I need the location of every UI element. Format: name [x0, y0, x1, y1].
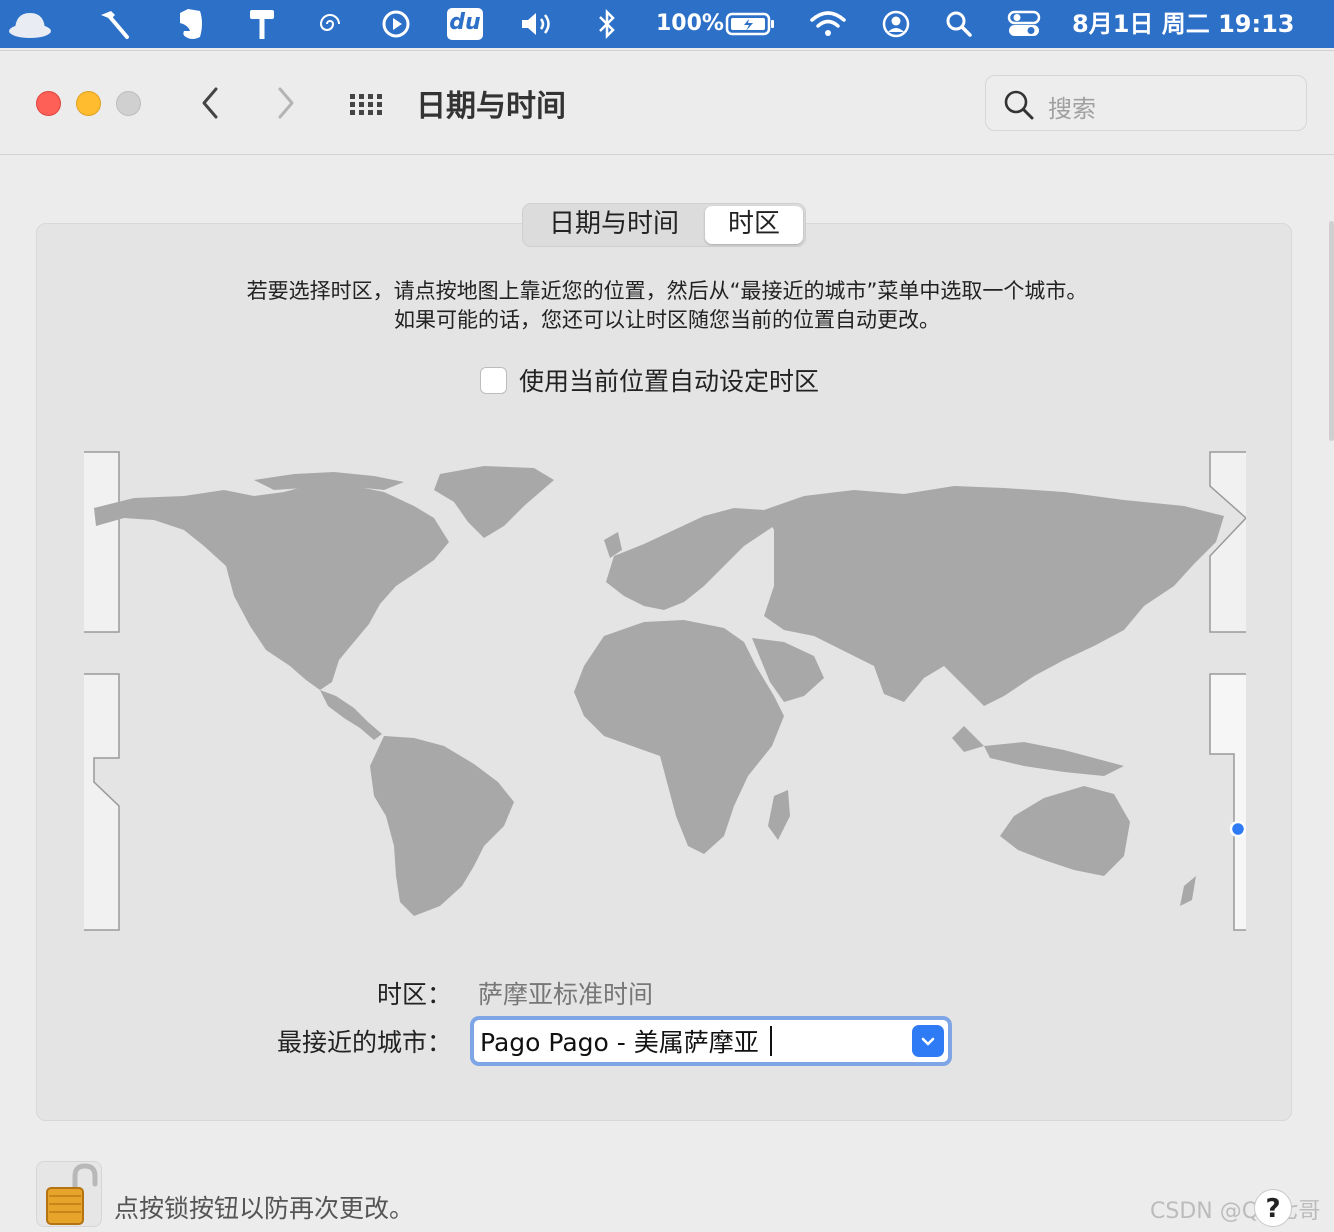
- wifi-icon[interactable]: [808, 6, 848, 42]
- window-title: 日期与时间: [416, 89, 566, 124]
- help-button[interactable]: ?: [1254, 1189, 1292, 1227]
- forward-button[interactable]: [264, 81, 304, 125]
- selected-city-marker: [1229, 820, 1246, 838]
- landmass-south-america: [370, 736, 514, 916]
- auto-timezone-row[interactable]: 使用当前位置自动设定时区: [480, 363, 819, 397]
- show-all-grid-icon[interactable]: [346, 81, 390, 125]
- instruction-line-2: 如果可能的话，您还可以让时区随您当前的位置自动更改。: [394, 308, 940, 332]
- lock-button[interactable]: [36, 1161, 102, 1227]
- timezone-label: 时区：: [376, 980, 452, 1009]
- auto-timezone-label[interactable]: 使用当前位置自动设定时区: [519, 362, 819, 398]
- instructions-text: 若要选择时区，请点按地图上靠近您的位置，然后从“最接近的城市”菜单中选取一个城市…: [0, 277, 1334, 335]
- landmass-madagascar: [768, 790, 790, 840]
- tab-date-time[interactable]: 日期与时间: [523, 204, 705, 246]
- window-minimize-button[interactable]: [76, 91, 101, 116]
- text-caret: [770, 1026, 772, 1056]
- search-icon: [1004, 90, 1034, 120]
- lock-hint-text: 点按锁按钮以防再次更改。: [114, 1194, 415, 1223]
- city-dropdown-button[interactable]: [912, 1025, 944, 1057]
- menubar-clock[interactable]: 8月1日 周二 19:13: [1072, 0, 1295, 48]
- du-app-icon[interactable]: du: [446, 6, 484, 42]
- unlocked-padlock-icon: [46, 1163, 98, 1225]
- menu-bar: du 100% 8月1日 周二 19:13: [0, 0, 1334, 48]
- instruction-line-1: 若要选择时区，请点按地图上靠近您的位置，然后从“最接近的城市”菜单中选取一个城市…: [246, 279, 1088, 303]
- landmass-greenland: [434, 466, 554, 538]
- landmass-asia: [764, 486, 1224, 706]
- world-map[interactable]: [84, 446, 1246, 934]
- user-account-icon[interactable]: [878, 6, 914, 42]
- landmass-sumatra: [952, 726, 984, 752]
- control-center-icon[interactable]: [1004, 6, 1044, 42]
- closest-city-combobox[interactable]: [470, 1016, 952, 1066]
- landmass-new-zealand: [1180, 876, 1196, 906]
- window-edge-scrollbar[interactable]: [1329, 221, 1334, 441]
- closest-city-input[interactable]: [480, 1024, 900, 1058]
- spiral-icon[interactable]: [314, 6, 346, 42]
- spotlight-icon[interactable]: [942, 6, 976, 42]
- closest-city-label: 最接近的城市：: [276, 1028, 452, 1057]
- timezone-value: 萨摩亚标准时间: [478, 980, 654, 1009]
- window-close-button[interactable]: [36, 91, 61, 116]
- search-placeholder: 搜索: [1048, 95, 1096, 123]
- landmass-southeast-asia-islands: [984, 742, 1124, 776]
- chevron-down-icon: [921, 1037, 935, 1046]
- battery-icon[interactable]: [724, 6, 776, 42]
- landmass-central-america: [320, 690, 382, 740]
- volume-icon[interactable]: [518, 6, 558, 42]
- hammer-icon[interactable]: [96, 6, 132, 42]
- paint-roller-icon[interactable]: [244, 6, 280, 42]
- back-button[interactable]: [192, 81, 232, 125]
- map-left-band-upper: [84, 451, 120, 633]
- map-left-band-lower: [84, 673, 120, 931]
- map-right-band-selected: [1209, 673, 1246, 931]
- battery-percent: 100%: [656, 11, 724, 36]
- play-circle-icon[interactable]: [378, 6, 414, 42]
- landmass-australia: [1000, 786, 1130, 876]
- cloud-app-icon[interactable]: [6, 6, 54, 42]
- evernote-icon[interactable]: [172, 6, 208, 42]
- window-zoom-button: [116, 91, 141, 116]
- landmass-north-america: [94, 484, 449, 690]
- du-app-label: du: [447, 8, 483, 40]
- landmass-europe: [606, 508, 774, 610]
- continents: [94, 466, 1224, 916]
- watermark-text: CSDN @QQ七哥: [1150, 1199, 1321, 1224]
- auto-timezone-checkbox[interactable]: [480, 366, 507, 394]
- landmass-africa: [574, 620, 784, 854]
- search-field[interactable]: 搜索: [985, 75, 1307, 131]
- preferences-window: 日期与时间 搜索 日期与时间 时区 若要选择时区，请点按地图上靠近您的位置，然后…: [0, 50, 1334, 1230]
- bluetooth-icon[interactable]: [592, 6, 622, 42]
- tab-timezone[interactable]: 时区: [705, 206, 803, 244]
- window-titlebar: 日期与时间 搜索: [0, 51, 1334, 155]
- tab-bar: 日期与时间 时区: [522, 203, 806, 247]
